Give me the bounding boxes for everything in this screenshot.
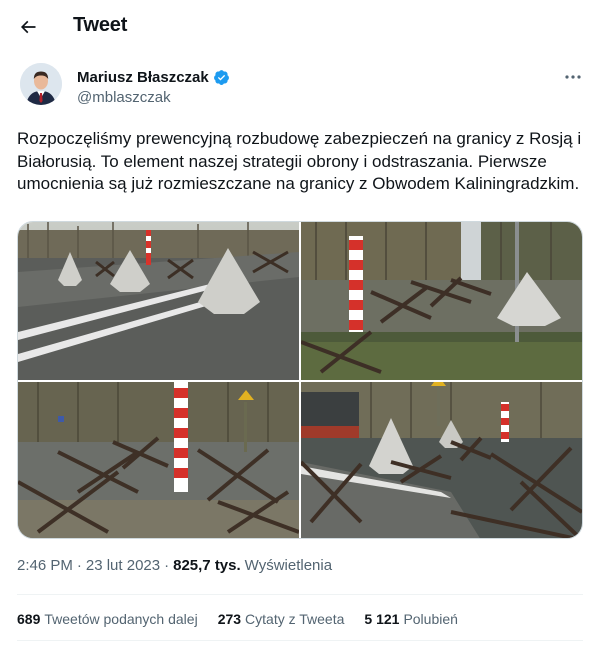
media-grid bbox=[17, 221, 583, 539]
media-photo-1[interactable] bbox=[18, 222, 299, 380]
arrow-left-icon bbox=[20, 20, 36, 34]
ellipsis-icon bbox=[565, 75, 581, 79]
concrete-barriers-road-photo bbox=[18, 222, 299, 380]
quotes-stat[interactable]: 273 Cytaty z Tweeta bbox=[218, 611, 345, 627]
profile-photo bbox=[20, 63, 62, 105]
more-button[interactable] bbox=[563, 70, 583, 84]
quotes-count: 273 bbox=[217, 611, 242, 627]
author-name-row[interactable]: Mariusz Błaszczak bbox=[77, 69, 230, 86]
tweet-time[interactable]: 2:46 PM bbox=[17, 557, 73, 574]
views-count: 825,7 tys. bbox=[173, 557, 241, 574]
media-photo-4[interactable] bbox=[301, 382, 582, 538]
meta-separator: · bbox=[164, 557, 170, 574]
border-post-hedgehogs-photo bbox=[301, 222, 582, 380]
likes-label: Polubień bbox=[403, 611, 458, 627]
retweets-label: Tweetów podanych dalej bbox=[44, 611, 198, 627]
media-photo-3[interactable] bbox=[18, 382, 299, 538]
retweets-count: 689 bbox=[17, 611, 41, 627]
avatar[interactable] bbox=[20, 63, 62, 105]
page-title: Tweet bbox=[73, 14, 128, 36]
likes-count: 5 121 bbox=[364, 611, 400, 627]
author-name[interactable]: Mariusz Błaszczak bbox=[77, 69, 209, 86]
hedgehogs-forest-photo bbox=[18, 382, 299, 538]
back-button[interactable] bbox=[12, 11, 44, 43]
tweet-meta: 2:46 PM · 23 lut 2023 · 825,7 tys. Wyświ… bbox=[17, 557, 332, 574]
meta-separator: · bbox=[76, 557, 82, 574]
author-handle[interactable]: @mblaszczak bbox=[77, 89, 171, 106]
retweets-stat[interactable]: 689 Tweetów podanych dalej bbox=[17, 611, 198, 627]
top-bar: Tweet bbox=[0, 0, 599, 53]
likes-stat[interactable]: 5 121 Polubień bbox=[364, 611, 458, 627]
verified-badge-icon bbox=[213, 70, 229, 85]
divider bbox=[17, 594, 583, 595]
quotes-label: Cytaty z Tweeta bbox=[245, 611, 345, 627]
views-label: Wyświetlenia bbox=[244, 557, 333, 574]
hedgehogs-truck-photo bbox=[301, 382, 582, 538]
media-photo-2[interactable] bbox=[301, 222, 582, 380]
tweet-text: Rozpoczęliśmy prewencyjną rozbudowę zabe… bbox=[17, 129, 582, 193]
divider bbox=[17, 640, 583, 641]
tweet-date[interactable]: 23 lut 2023 bbox=[86, 557, 160, 574]
engagement-stats: 689 Tweetów podanych dalej 273 Cytaty z … bbox=[17, 611, 458, 627]
